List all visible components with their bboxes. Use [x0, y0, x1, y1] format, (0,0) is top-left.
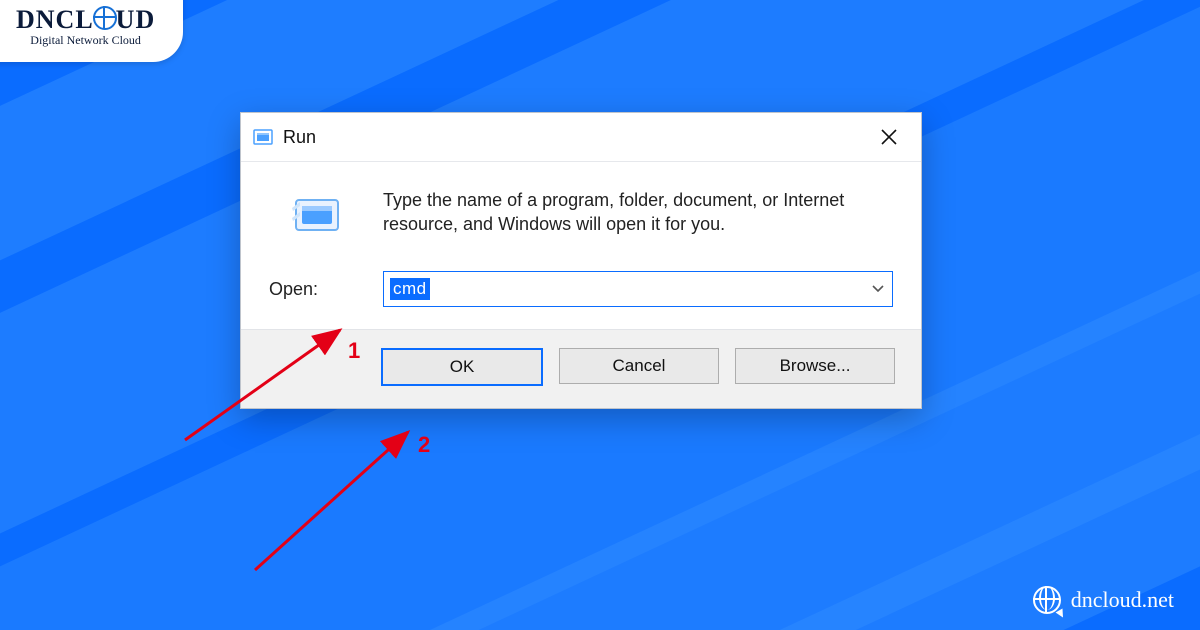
- globe-icon: [1033, 586, 1061, 614]
- annotation-step-1: 1: [348, 338, 360, 364]
- brand-logo: DNCL UD Digital Network Cloud: [0, 0, 183, 62]
- dialog-body: Type the name of a program, folder, docu…: [241, 162, 921, 329]
- ok-button[interactable]: OK: [381, 348, 543, 386]
- open-label: Open:: [269, 279, 365, 300]
- ok-button-label: OK: [450, 357, 475, 377]
- cancel-button[interactable]: Cancel: [559, 348, 719, 384]
- brand-name: DNCL UD: [16, 4, 155, 35]
- titlebar: Run: [241, 113, 921, 162]
- browse-button-label: Browse...: [780, 356, 851, 376]
- chevron-down-icon[interactable]: [864, 272, 892, 306]
- dialog-description: Type the name of a program, folder, docu…: [383, 188, 893, 237]
- stage: DNCL UD Digital Network Cloud Run: [0, 0, 1200, 630]
- run-dialog: Run: [240, 112, 922, 409]
- run-app-icon: [253, 127, 273, 147]
- brand-text-2: UD: [116, 5, 156, 34]
- brand-tagline: Digital Network Cloud: [16, 33, 155, 48]
- close-button[interactable]: [869, 117, 909, 157]
- dialog-footer: OK Cancel Browse...: [241, 329, 921, 408]
- close-icon: [881, 129, 897, 145]
- globe-icon: [93, 6, 117, 30]
- open-combobox[interactable]: cmd: [383, 271, 893, 307]
- annotation-step-2: 2: [418, 432, 430, 458]
- open-input[interactable]: cmd: [384, 272, 864, 306]
- browse-button[interactable]: Browse...: [735, 348, 895, 384]
- cancel-button-label: Cancel: [613, 356, 666, 376]
- footer-site-text: dncloud.net: [1071, 587, 1174, 613]
- open-input-value: cmd: [390, 278, 430, 300]
- brand-text-1: DNCL: [16, 5, 94, 34]
- footer-brand: dncloud.net: [1033, 586, 1174, 614]
- run-large-icon: [290, 188, 344, 247]
- dialog-title: Run: [283, 127, 316, 148]
